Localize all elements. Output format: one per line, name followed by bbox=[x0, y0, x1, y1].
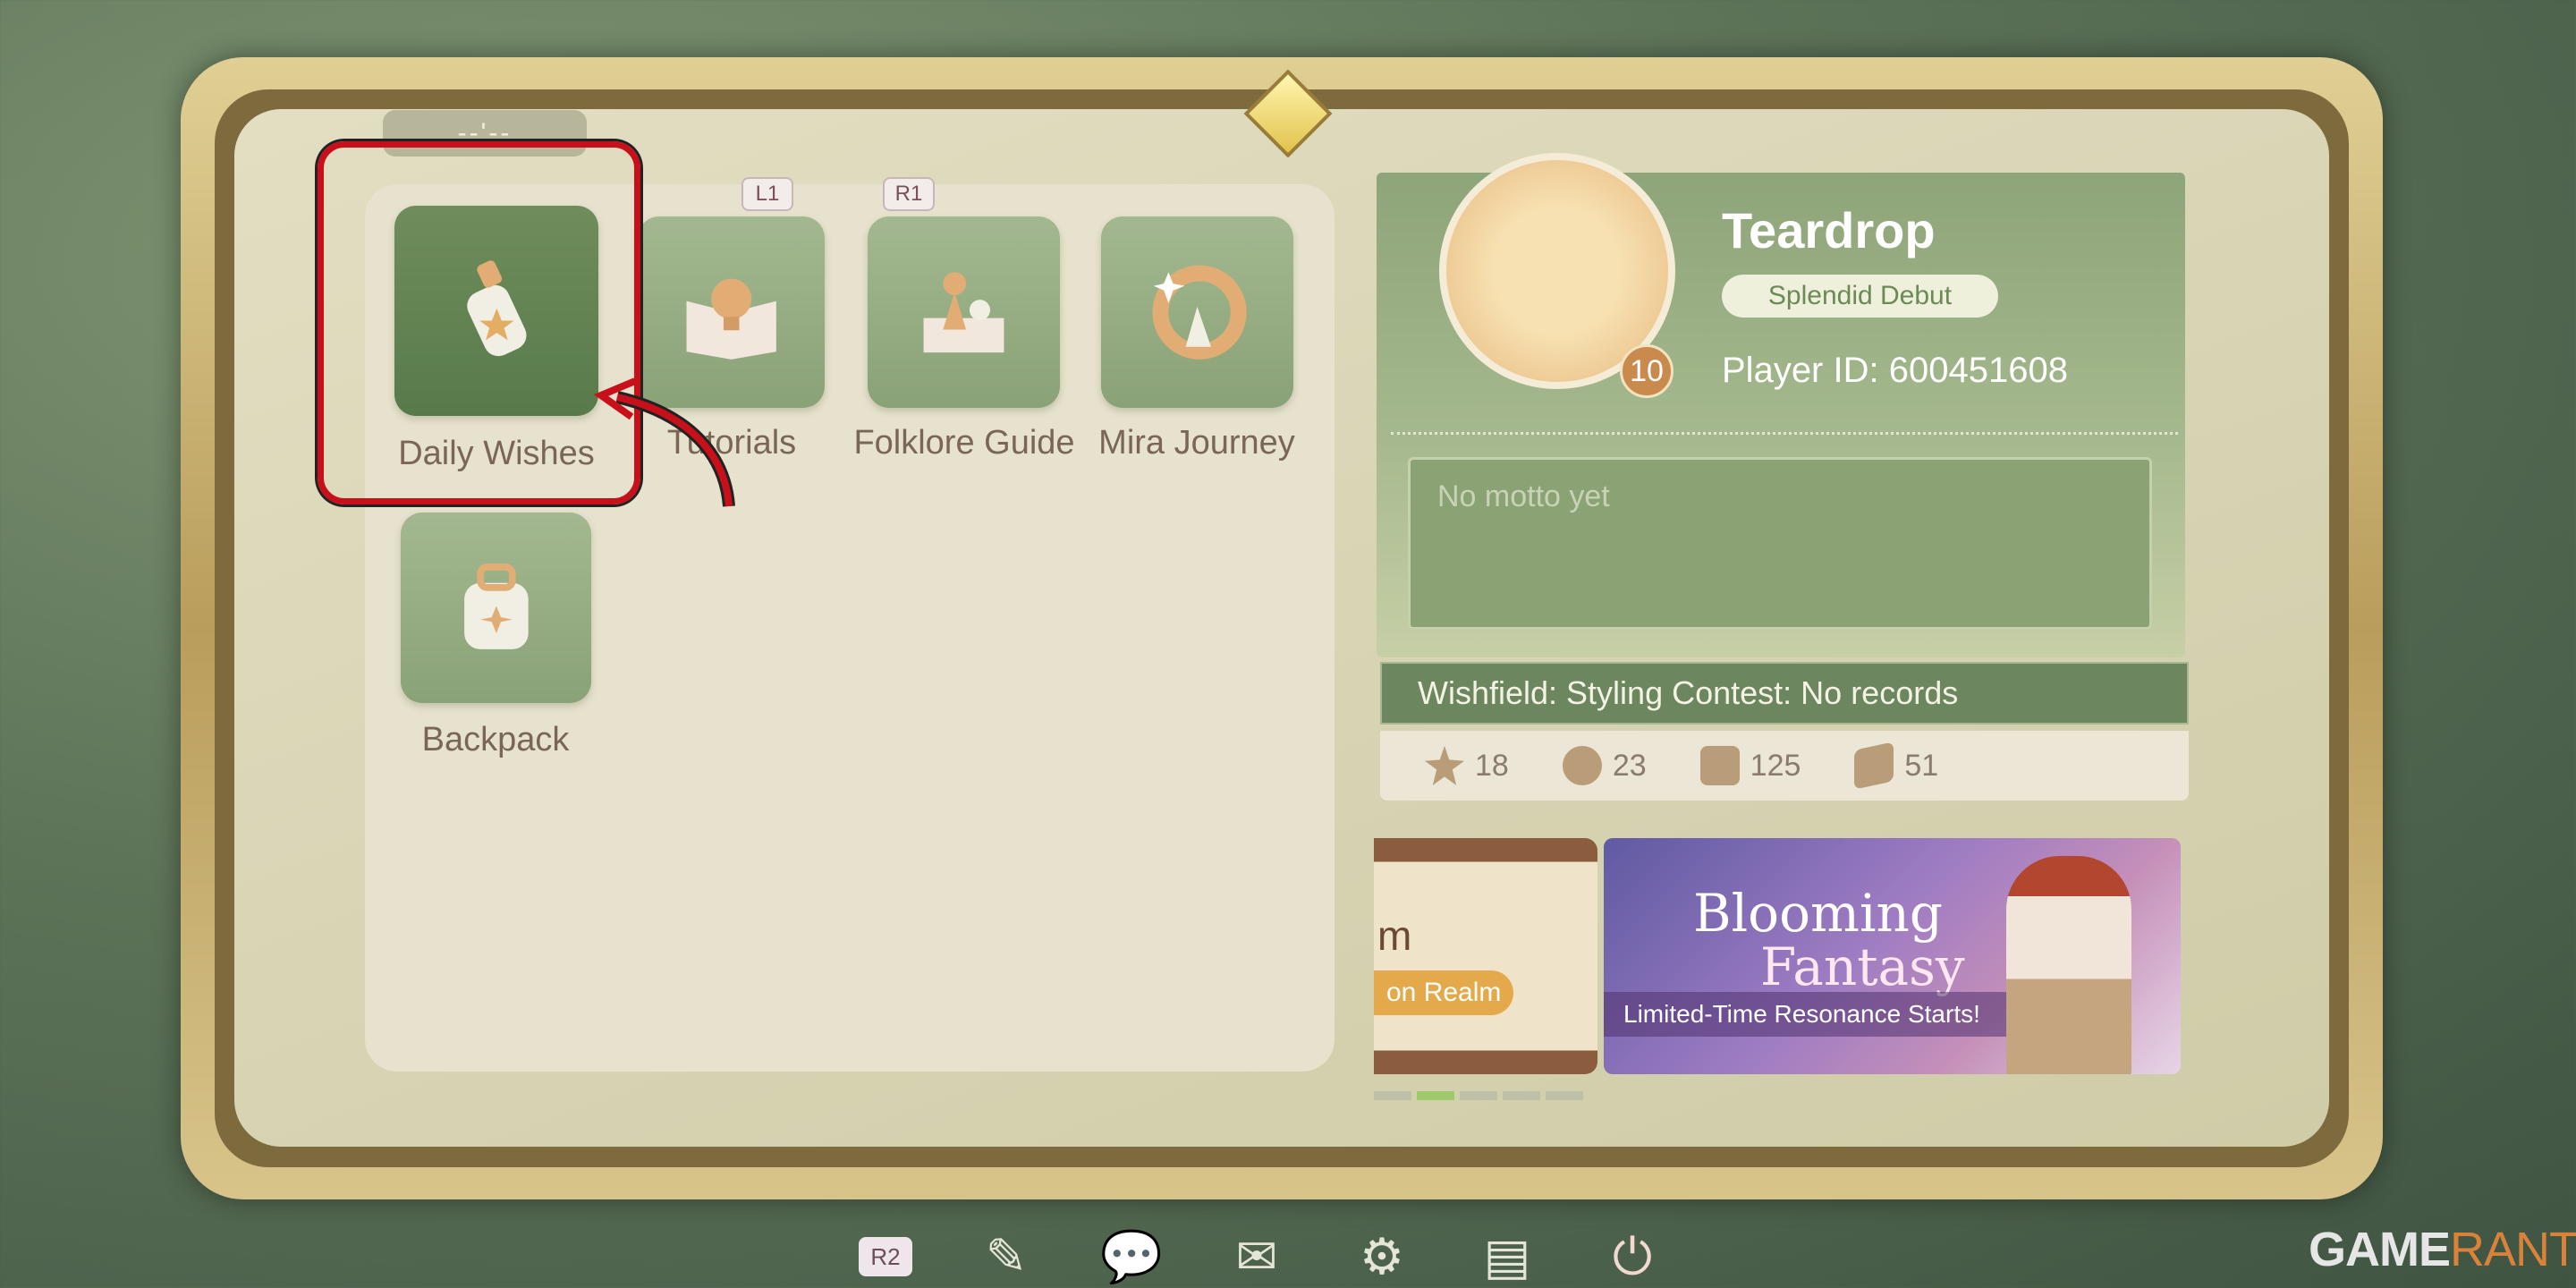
stat-value: 23 bbox=[1612, 748, 1647, 783]
folklore-guide-button[interactable] bbox=[868, 216, 1060, 408]
watermark-part2: RANT bbox=[2450, 1223, 2576, 1276]
settings-icon[interactable]: ⚙ bbox=[1351, 1225, 1413, 1288]
r1-button[interactable]: R1 bbox=[883, 177, 935, 211]
page-dot-active[interactable] bbox=[1417, 1091, 1454, 1100]
mira-journey-icon bbox=[1152, 265, 1247, 360]
motto-field[interactable]: No motto yet bbox=[1408, 457, 2152, 630]
page-dot[interactable] bbox=[1546, 1091, 1583, 1100]
archive-icon[interactable]: ▤ bbox=[1476, 1225, 1538, 1288]
power-icon[interactable]: ⏻ bbox=[1601, 1225, 1664, 1288]
l1-button[interactable]: L1 bbox=[741, 177, 793, 211]
backpack-label: Backpack bbox=[421, 721, 570, 758]
banner-subtitle: Limited-Time Resonance Starts! bbox=[1604, 992, 2024, 1037]
page-dot[interactable] bbox=[1503, 1091, 1540, 1100]
event-banner-previous[interactable]: m on Realm bbox=[1374, 838, 1597, 1074]
page-dot[interactable] bbox=[1460, 1091, 1497, 1100]
banner-caption: on Realm bbox=[1374, 970, 1514, 1015]
notes-icon[interactable]: ✎ bbox=[975, 1225, 1038, 1288]
banner-pagination bbox=[1374, 1091, 1583, 1100]
divider bbox=[1391, 432, 2178, 435]
stats-row: 18 23 125 51 bbox=[1380, 731, 2189, 801]
banner-title: Blooming bbox=[1693, 883, 1944, 944]
stat-coin: 23 bbox=[1562, 746, 1647, 785]
mira-journey-button[interactable] bbox=[1101, 216, 1293, 408]
stat-value: 125 bbox=[1750, 748, 1801, 783]
mail-icon[interactable]: ✉ bbox=[1225, 1225, 1288, 1288]
r2-button[interactable]: R2 bbox=[859, 1237, 912, 1276]
star-icon bbox=[1425, 746, 1464, 785]
arrow-annotation-icon bbox=[593, 377, 735, 507]
banner-character-image bbox=[2006, 856, 2131, 1074]
stat-value: 51 bbox=[1904, 748, 1939, 783]
player-title-badge[interactable]: Splendid Debut bbox=[1722, 275, 1998, 318]
level-badge: 10 bbox=[1620, 344, 1674, 398]
banner-title-2: Fantasy bbox=[1760, 936, 1965, 997]
coin-icon bbox=[1562, 746, 1602, 785]
player-name: Teardrop bbox=[1722, 202, 1936, 258]
outfit-icon bbox=[1699, 746, 1740, 785]
chat-icon[interactable]: 💬 bbox=[1100, 1225, 1163, 1288]
mira-journey-label: Mira Journey bbox=[1098, 424, 1295, 462]
backpack-button[interactable] bbox=[401, 513, 591, 703]
ticket-icon bbox=[1854, 741, 1894, 790]
lightbulb-book-icon bbox=[686, 278, 776, 360]
wishfield-record: Wishfield: Styling Contest: No records bbox=[1380, 662, 2189, 724]
stat-value: 18 bbox=[1475, 748, 1509, 783]
game-piece-icon bbox=[923, 272, 1004, 352]
player-id: Player ID: 600451608 bbox=[1722, 351, 2068, 390]
watermark-part1: GAME bbox=[2309, 1223, 2451, 1276]
bottom-toolbar: R2 ✎ 💬 ✉ ⚙ ▤ ⏻ bbox=[859, 1225, 1664, 1288]
stat-outfit: 125 bbox=[1699, 746, 1801, 785]
event-banner-blooming-fantasy[interactable]: Blooming Fantasy Limited-Time Resonance … bbox=[1604, 838, 2181, 1074]
page-dot[interactable] bbox=[1374, 1091, 1411, 1100]
stat-ticket: 51 bbox=[1854, 741, 1939, 790]
banner-partial-text: m bbox=[1377, 912, 1412, 959]
stat-star: 18 bbox=[1425, 746, 1509, 785]
gamerant-watermark: GAMERANT bbox=[2309, 1222, 2576, 1277]
backpack-icon bbox=[463, 563, 529, 649]
folklore-guide-label: Folklore Guide bbox=[853, 424, 1075, 462]
